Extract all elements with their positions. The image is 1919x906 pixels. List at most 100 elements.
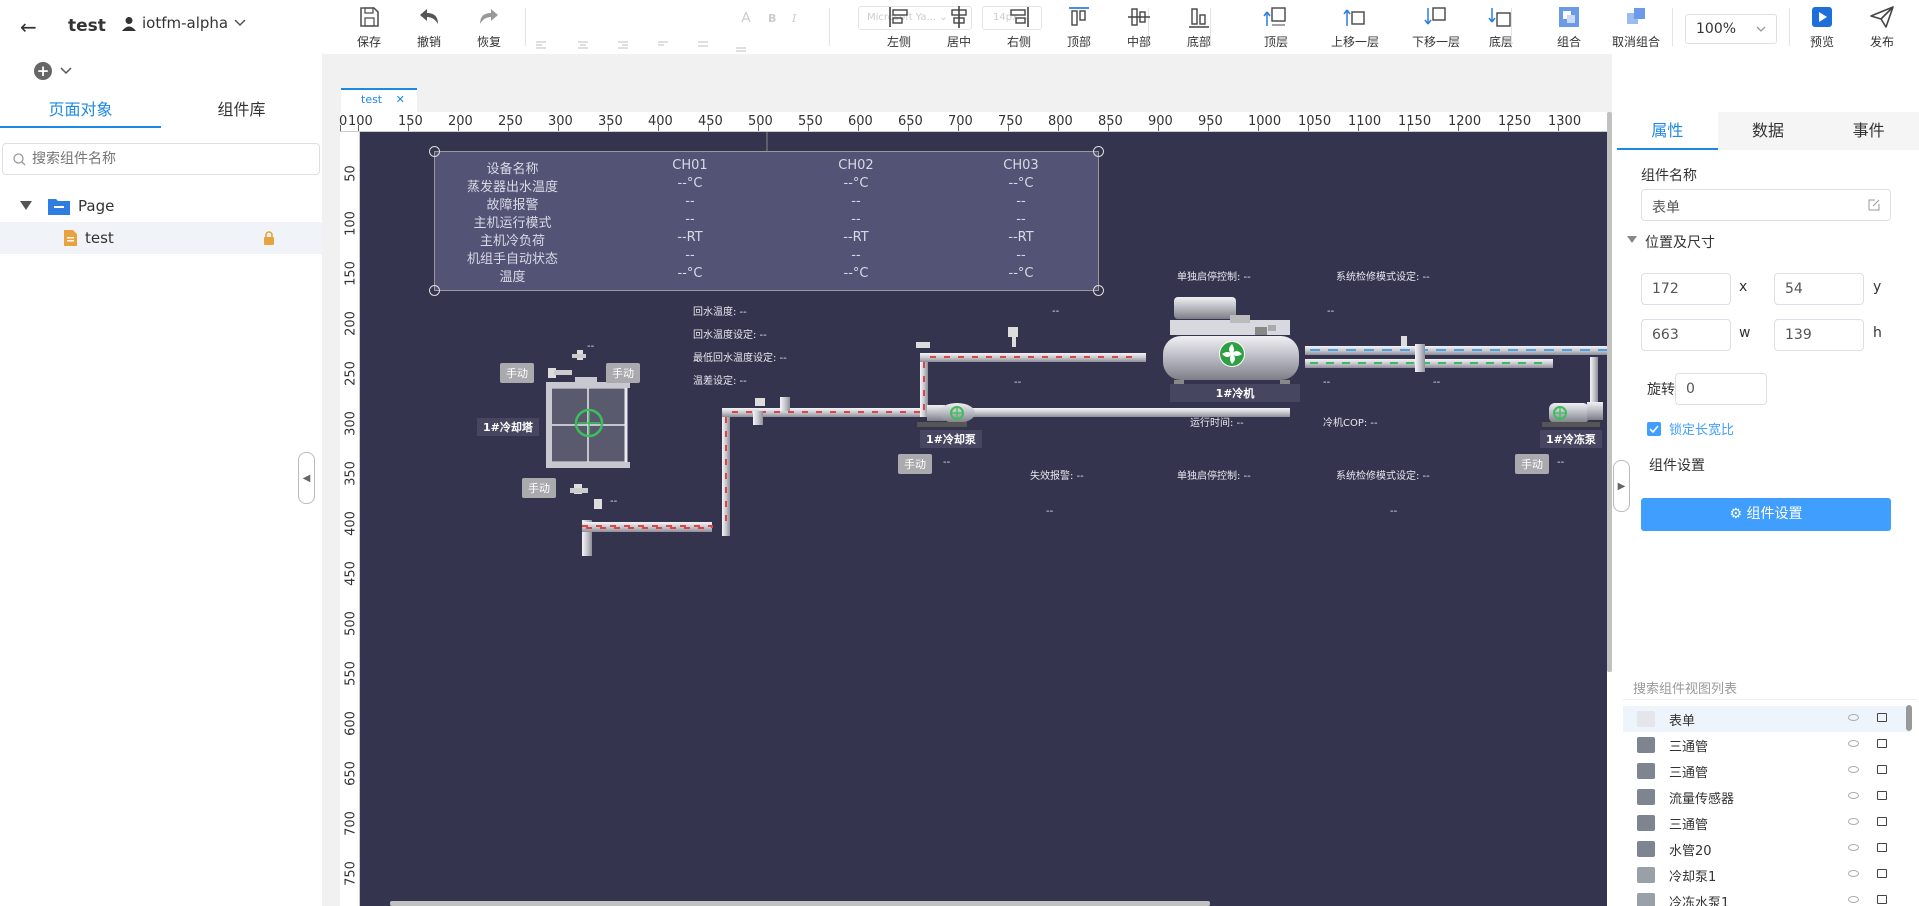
return-temp-label[interactable]: 回水温度: -- bbox=[693, 303, 747, 318]
manual-button[interactable]: 手动 bbox=[522, 478, 556, 498]
view-list-item[interactable]: 流量传感器 bbox=[1623, 784, 1909, 810]
lock-icon[interactable] bbox=[263, 231, 275, 245]
redo-button[interactable]: 恢复 bbox=[459, 4, 519, 50]
align-center-button[interactable]: 居中 bbox=[929, 4, 989, 50]
resize-handle[interactable] bbox=[1093, 146, 1104, 157]
manual-button[interactable]: 手动 bbox=[500, 363, 534, 383]
resize-handle[interactable] bbox=[429, 146, 440, 157]
bring-to-front-button[interactable]: 顶层 bbox=[1246, 4, 1306, 50]
sys-maint-mode-label[interactable]: 系统检修模式设定: -- bbox=[1336, 268, 1430, 283]
tree-node-page[interactable]: Page bbox=[0, 190, 322, 222]
collapse-right-panel-handle[interactable]: ▶ bbox=[1613, 460, 1630, 512]
return-temp-set-label[interactable]: 回水温度设定: -- bbox=[693, 326, 767, 341]
save-button[interactable]: 保存 bbox=[339, 4, 399, 50]
align-right-button[interactable]: 右侧 bbox=[989, 4, 1049, 50]
lock-icon[interactable] bbox=[1877, 817, 1887, 826]
preview-button[interactable]: 预览 bbox=[1792, 4, 1852, 50]
lock-icon[interactable] bbox=[1877, 791, 1887, 800]
align-left-button[interactable]: 左侧 bbox=[869, 4, 929, 50]
align-top-button[interactable]: 顶部 bbox=[1049, 4, 1109, 50]
single-start-ctrl-label[interactable]: 单独启停控制: -- bbox=[1177, 467, 1251, 482]
lock-icon[interactable] bbox=[1877, 765, 1887, 774]
publish-button[interactable]: 发布 bbox=[1852, 4, 1912, 50]
lock-ratio-checkbox[interactable]: 锁定长宽比 bbox=[1647, 419, 1734, 438]
undo-button[interactable]: 撤销 bbox=[399, 4, 459, 50]
lock-icon[interactable] bbox=[1877, 895, 1887, 904]
component-settings-button[interactable]: ⚙ 组件设置 bbox=[1641, 498, 1891, 531]
manual-button[interactable]: 手动 bbox=[1515, 454, 1549, 474]
x-input[interactable]: 172 bbox=[1641, 273, 1731, 305]
table-widget[interactable]: 设备名称 CH01 CH02 CH03 蒸发器出水温度 --°C --°C --… bbox=[429, 146, 1104, 296]
manual-button[interactable]: 手动 bbox=[606, 363, 640, 383]
close-icon[interactable]: ✕ bbox=[396, 93, 405, 106]
send-to-back-button[interactable]: 底层 bbox=[1471, 4, 1531, 50]
tab-properties[interactable]: 属性 bbox=[1617, 112, 1718, 150]
single-start-ctrl-label[interactable]: 单独启停控制: -- bbox=[1177, 268, 1251, 283]
chilled-pump-label[interactable]: 1#冷冻泵 bbox=[1540, 430, 1602, 448]
component-search-input[interactable] bbox=[32, 151, 312, 167]
lock-icon[interactable] bbox=[1877, 869, 1887, 878]
fail-alarm-label[interactable]: 失效报警: -- bbox=[1030, 467, 1084, 482]
temp-diff-set-label[interactable]: 温差设定: -- bbox=[693, 372, 747, 387]
eye-icon[interactable] bbox=[1848, 870, 1859, 877]
resize-handle[interactable] bbox=[1093, 285, 1104, 296]
eye-icon[interactable] bbox=[1848, 896, 1859, 903]
cooling-tower-label[interactable]: 1#冷却塔 bbox=[477, 418, 539, 436]
align-middle-button[interactable]: 中部 bbox=[1109, 4, 1169, 50]
view-list-item[interactable]: 水管20 bbox=[1623, 836, 1909, 862]
view-list-item[interactable]: 冷冻水泵1 bbox=[1623, 888, 1909, 906]
sys-maint-mode-label[interactable]: 系统检修模式设定: -- bbox=[1336, 467, 1430, 482]
eye-icon[interactable] bbox=[1848, 818, 1859, 825]
align-bottom-button[interactable]: 底部 bbox=[1169, 4, 1229, 50]
canvas-vertical-scrollbar[interactable] bbox=[1607, 112, 1612, 672]
eye-icon[interactable] bbox=[1848, 766, 1859, 773]
tab-test[interactable]: test ✕ bbox=[341, 88, 417, 112]
chiller-label[interactable]: 1#冷机 bbox=[1170, 384, 1300, 402]
tab-component-library[interactable]: 组件库 bbox=[161, 96, 322, 128]
component-name-field[interactable]: 表单 bbox=[1641, 189, 1891, 221]
add-page-dropdown[interactable]: + bbox=[34, 62, 72, 80]
run-time-label[interactable]: 运行时间: -- bbox=[1190, 414, 1244, 429]
tab-events[interactable]: 事件 bbox=[1818, 112, 1919, 150]
zoom-select[interactable]: 100% bbox=[1685, 14, 1777, 44]
view-list-item[interactable]: 三通管 bbox=[1623, 758, 1909, 784]
user-selector[interactable]: iotfm-alpha bbox=[122, 14, 246, 32]
view-list-item[interactable]: 三通管 bbox=[1623, 810, 1909, 836]
back-arrow-icon[interactable]: ← bbox=[20, 15, 37, 39]
tree-node-test[interactable]: test bbox=[0, 222, 322, 254]
rotate-input[interactable]: 0 bbox=[1675, 373, 1767, 405]
value-dash: -- bbox=[610, 496, 618, 507]
view-list-scrollbar[interactable] bbox=[1906, 705, 1912, 731]
view-list-item[interactable]: 三通管 bbox=[1623, 732, 1909, 758]
lock-icon[interactable] bbox=[1877, 843, 1887, 852]
group-button[interactable]: 组合 bbox=[1539, 4, 1599, 50]
h-input[interactable]: 139 bbox=[1774, 319, 1864, 351]
eye-icon[interactable] bbox=[1848, 714, 1859, 721]
eye-icon[interactable] bbox=[1848, 792, 1859, 799]
view-list-item[interactable]: 表单 bbox=[1623, 706, 1909, 732]
view-list-item[interactable]: 冷却泵1 bbox=[1623, 862, 1909, 888]
cooling-pump-label[interactable]: 1#冷却泵 bbox=[920, 430, 982, 448]
min-return-temp-set-label[interactable]: 最低回水温度设定: -- bbox=[693, 349, 787, 364]
lock-icon[interactable] bbox=[1877, 739, 1887, 748]
design-canvas[interactable]: 设备名称 CH01 CH02 CH03 蒸发器出水温度 --°C --°C --… bbox=[360, 132, 1607, 906]
caret-down-icon[interactable] bbox=[1627, 236, 1637, 244]
collapse-left-panel-handle[interactable]: ◀ bbox=[298, 452, 315, 504]
chiller-cop-label[interactable]: 冷机COP: -- bbox=[1323, 414, 1378, 429]
lock-icon[interactable] bbox=[1877, 713, 1887, 722]
eye-icon[interactable] bbox=[1848, 740, 1859, 747]
caret-down-icon[interactable] bbox=[20, 201, 32, 211]
move-up-button[interactable]: 上移一层 bbox=[1318, 4, 1392, 50]
ungroup-button[interactable]: 取消组合 bbox=[1594, 4, 1678, 50]
manual-button[interactable]: 手动 bbox=[898, 454, 932, 474]
move-down-button[interactable]: 下移一层 bbox=[1399, 4, 1473, 50]
tab-data[interactable]: 数据 bbox=[1718, 112, 1819, 150]
eye-icon[interactable] bbox=[1848, 844, 1859, 851]
resize-handle[interactable] bbox=[429, 285, 440, 296]
edit-icon[interactable] bbox=[1868, 199, 1880, 211]
canvas-horizontal-scrollbar[interactable] bbox=[390, 901, 1210, 906]
w-input[interactable]: 663 bbox=[1641, 319, 1731, 351]
tab-page-objects[interactable]: 页面对象 bbox=[0, 96, 161, 128]
y-input[interactable]: 54 bbox=[1774, 273, 1864, 305]
view-list-search[interactable]: 搜索组件视图列表 bbox=[1623, 672, 1917, 700]
